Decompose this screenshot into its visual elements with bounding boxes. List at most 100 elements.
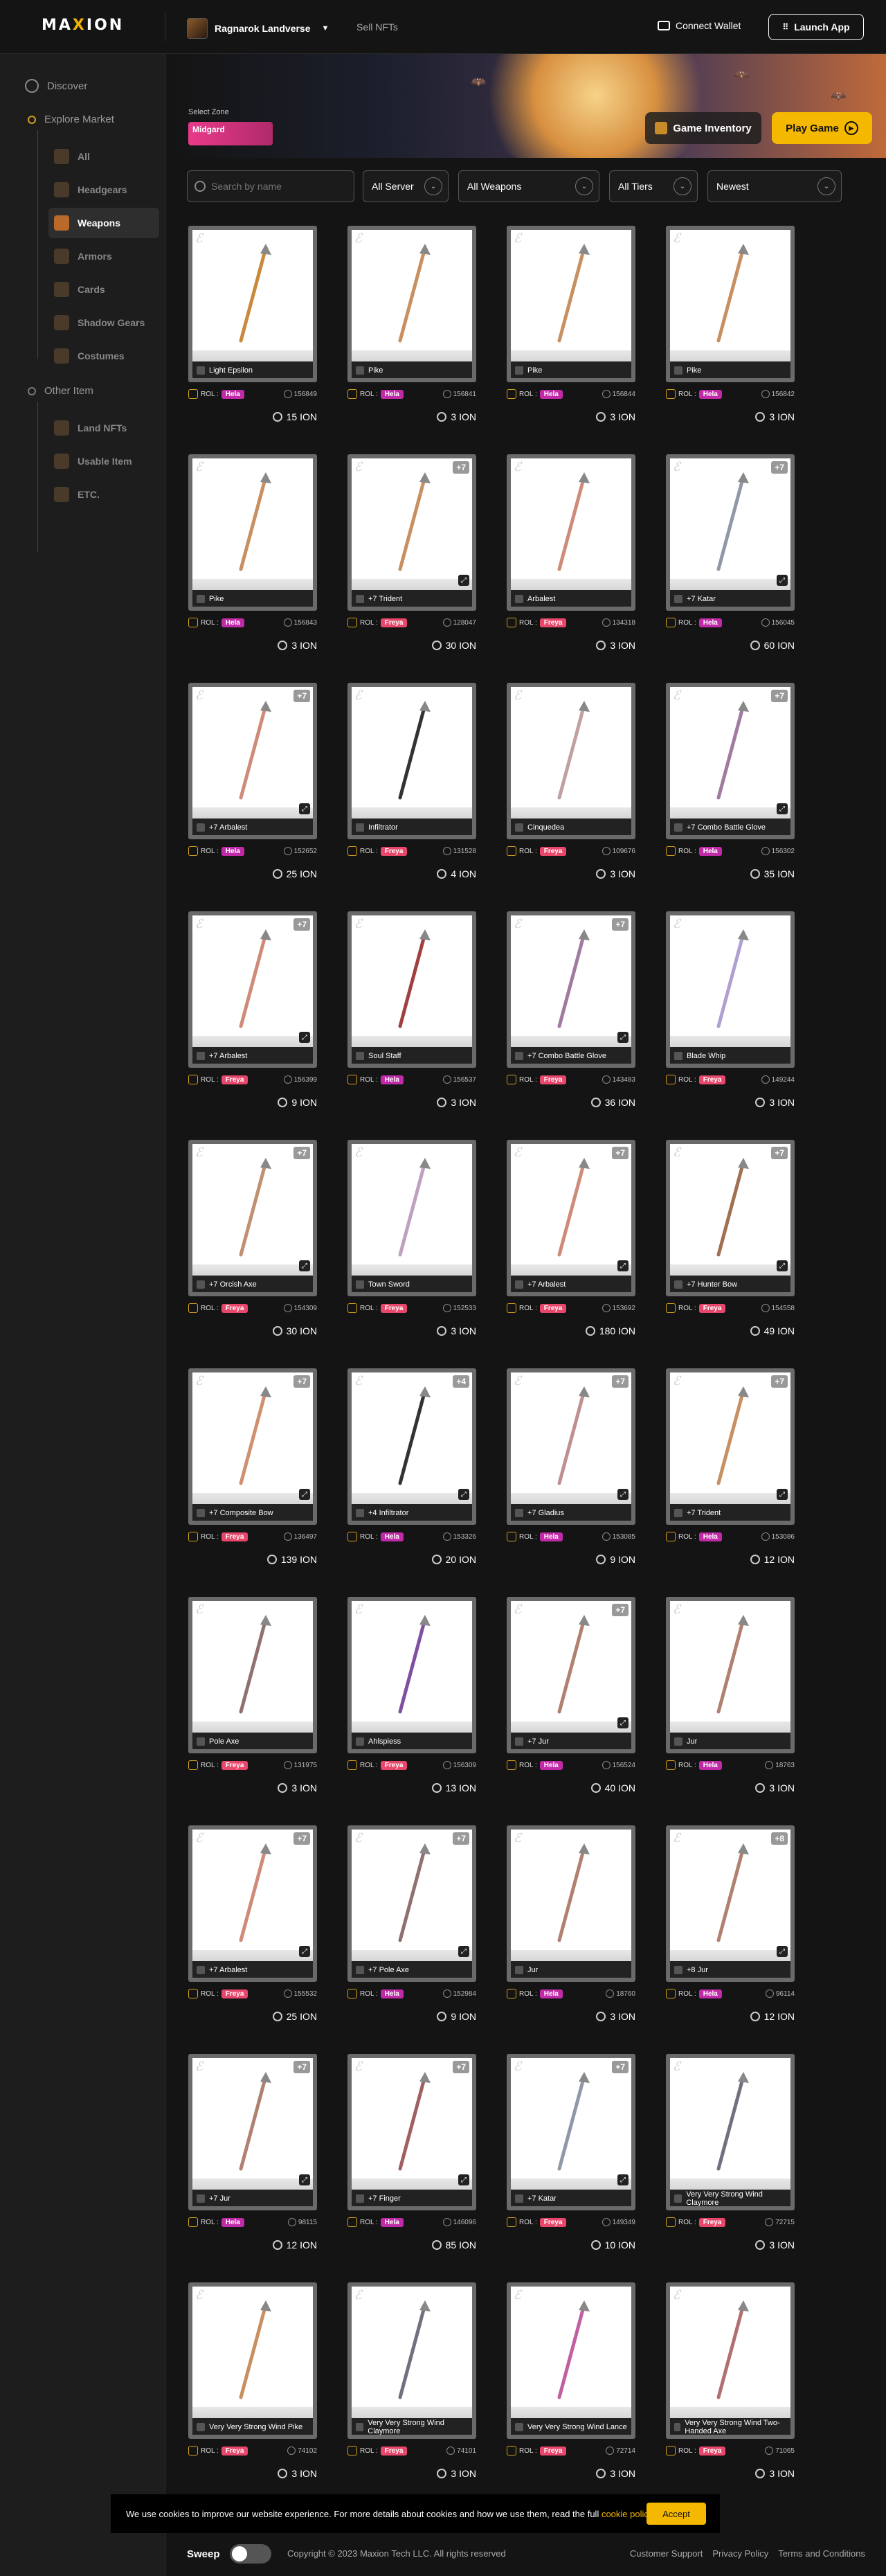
expand-icon[interactable]: ⤢: [617, 1260, 629, 1271]
item-card[interactable]: ℰ Jur ROL : Hela 18760 3 ION: [507, 1825, 635, 2046]
id-icon: [283, 1761, 292, 1769]
sidebar-item-headgears[interactable]: Headgears: [48, 175, 159, 205]
expand-icon[interactable]: ⤢: [617, 2174, 629, 2185]
expand-icon[interactable]: ⤢: [299, 1260, 310, 1271]
item-card[interactable]: ℰ +7 ⤢ +7 Hunter Bow ROL : Freya 154558 49 ION: [666, 1140, 795, 1360]
accept-cookies-button[interactable]: Accept: [647, 2503, 706, 2525]
item-card[interactable]: ℰ Pole Axe ROL : Freya 131975 3 ION: [188, 1597, 317, 1817]
sort-filter[interactable]: Newest ⌄: [707, 170, 842, 202]
item-card[interactable]: ℰ +7 ⤢ +7 Arbalest ROL : Freya 153692 180 ION: [507, 1140, 635, 1360]
connect-wallet-button[interactable]: Connect Wallet: [658, 20, 741, 31]
privacy-policy-link[interactable]: Privacy Policy: [712, 2548, 768, 2559]
maxion-logo[interactable]: MAXION: [42, 17, 124, 34]
item-card[interactable]: ℰ +7 ⤢ +7 Jur ROL : Hela 156524 40 ION: [507, 1597, 635, 1817]
item-card[interactable]: ℰ Pike ROL : Hela 156844 3 ION: [507, 226, 635, 446]
item-card[interactable]: ℰ Jur ROL : Hela 18763 3 ION: [666, 1597, 795, 1817]
search-box[interactable]: [187, 170, 354, 202]
item-card[interactable]: ℰ Cinquedea ROL : Freya 109676 3 ION: [507, 683, 635, 903]
expand-icon[interactable]: ⤢: [458, 1946, 469, 1957]
terms-link[interactable]: Terms and Conditions: [778, 2548, 865, 2559]
item-card[interactable]: ℰ Very Very Strong Wind Pike ROL : Freya 741…: [188, 2282, 317, 2503]
launch-app-button[interactable]: ⠿ Launch App: [768, 14, 864, 40]
weapon-type-filter[interactable]: All Weapons ⌄: [458, 170, 599, 202]
item-name: +7 Arbalest: [209, 1052, 248, 1060]
item-card[interactable]: ℰ Blade Whip ROL : Freya 149244 3 ION: [666, 911, 795, 1132]
item-card[interactable]: ℰ +7 ⤢ +7 Katar ROL : Hela 156045 60 ION: [666, 454, 795, 674]
sidebar-item-land-nfts[interactable]: Land NFTs: [48, 413, 159, 443]
item-card[interactable]: ℰ +7 ⤢ +7 Arbalest ROL : Freya 156399 9 ION: [188, 911, 317, 1132]
item-card[interactable]: ℰ +8 ⤢ +8 Jur ROL : Hela 96114 12 ION: [666, 1825, 795, 2046]
item-card[interactable]: ℰ +7 ⤢ +7 Gladius ROL : Hela 153085 9 ION: [507, 1368, 635, 1589]
item-card[interactable]: ℰ +7 ⤢ +7 Jur ROL : Hela 98115 12 ION: [188, 2054, 317, 2274]
sidebar-item-all[interactable]: All: [48, 141, 159, 172]
game-inventory-button[interactable]: Game Inventory: [645, 112, 761, 144]
sidebar-item-cards[interactable]: Cards: [48, 274, 159, 305]
zone-selector[interactable]: Midgard: [188, 122, 273, 145]
expand-icon[interactable]: ⤢: [299, 1032, 310, 1043]
item-card[interactable]: ℰ +7 ⤢ +7 Katar ROL : Freya 149349 10 ION: [507, 2054, 635, 2274]
item-card[interactable]: ℰ Pike ROL : Hela 156841 3 ION: [347, 226, 476, 446]
project-selector[interactable]: Ragnarok Landverse ▼: [187, 18, 329, 39]
item-card[interactable]: ℰ Town Sword ROL : Freya 152533 3 ION: [347, 1140, 476, 1360]
sidebar-item-costumes[interactable]: Costumes: [48, 341, 159, 371]
item-card[interactable]: ℰ +7 ⤢ +7 Combo Battle Glove ROL : Hela 156302…: [666, 683, 795, 903]
expand-icon[interactable]: ⤢: [299, 1489, 310, 1500]
item-card[interactable]: ℰ Infiltrator ROL : Freya 131528 4 ION: [347, 683, 476, 903]
item-card[interactable]: ℰ +7 ⤢ +7 Composite Bow ROL : Freya 136497 139 …: [188, 1368, 317, 1589]
item-card[interactable]: ℰ +7 ⤢ +7 Combo Battle Glove ROL : Freya 14348…: [507, 911, 635, 1132]
watermark-icon: ℰ: [354, 1145, 362, 1160]
sidebar-item-etc[interactable]: ETC.: [48, 479, 159, 510]
sidebar-other-item[interactable]: Other Item: [28, 385, 93, 397]
sell-nfts-link[interactable]: Sell NFTs: [356, 21, 398, 33]
server-filter[interactable]: All Server ⌄: [363, 170, 449, 202]
sidebar-item-shadow-gears[interactable]: Shadow Gears: [48, 307, 159, 338]
expand-icon[interactable]: ⤢: [458, 575, 469, 586]
item-card[interactable]: ℰ +7 ⤢ +7 Trident ROL : Hela 153086 12 ION: [666, 1368, 795, 1589]
item-card[interactable]: ℰ Soul Staff ROL : Hela 156537 3 ION: [347, 911, 476, 1132]
expand-icon[interactable]: ⤢: [777, 1260, 788, 1271]
item-name: Jur: [527, 1966, 539, 1974]
sidebar-discover[interactable]: Discover: [25, 79, 87, 93]
item-name-bar: +7 Arbalest: [192, 819, 313, 835]
expand-icon[interactable]: ⤢: [458, 2174, 469, 2185]
expand-icon[interactable]: ⤢: [777, 1946, 788, 1957]
search-input[interactable]: [211, 181, 343, 192]
item-card[interactable]: ℰ Pike ROL : Hela 156842 3 ION: [666, 226, 795, 446]
sidebar-item-weapons[interactable]: Weapons: [48, 208, 159, 238]
expand-icon[interactable]: ⤢: [777, 575, 788, 586]
expand-icon[interactable]: ⤢: [299, 803, 310, 814]
expand-icon[interactable]: ⤢: [299, 1946, 310, 1957]
item-card[interactable]: ℰ +7 ⤢ +7 Orcish Axe ROL : Freya 154309 30 ION: [188, 1140, 317, 1360]
expand-icon[interactable]: ⤢: [617, 1489, 629, 1500]
item-card[interactable]: ℰ +7 ⤢ +7 Pole Axe ROL : Hela 152984 9 ION: [347, 1825, 476, 2046]
sidebar-item-armors[interactable]: Armors: [48, 241, 159, 271]
sidebar-item-usable-item[interactable]: Usable Item: [48, 446, 159, 476]
expand-icon[interactable]: ⤢: [777, 1489, 788, 1500]
item-card[interactable]: ℰ Very Very Strong Wind Two-Handed Axe ROL…: [666, 2282, 795, 2503]
expand-icon[interactable]: ⤢: [617, 1032, 629, 1043]
item-card[interactable]: ℰ Very Very Strong Wind Claymore ROL : Frey…: [666, 2054, 795, 2274]
expand-icon[interactable]: ⤢: [299, 2174, 310, 2185]
item-card[interactable]: ℰ Very Very Strong Wind Lance ROL : Freya 72…: [507, 2282, 635, 2503]
item-card[interactable]: ℰ Very Very Strong Wind Claymore ROL : Frey…: [347, 2282, 476, 2503]
item-card[interactable]: ℰ +7 ⤢ +7 Arbalest ROL : Freya 155532 25 ION: [188, 1825, 317, 2046]
item-card[interactable]: ℰ Arbalest ROL : Freya 134318 3 ION: [507, 454, 635, 674]
expand-icon[interactable]: ⤢: [777, 803, 788, 814]
rol-label: ROL :: [678, 618, 696, 627]
expand-icon[interactable]: ⤢: [458, 1489, 469, 1500]
item-card[interactable]: ℰ Pike ROL : Hela 156843 3 ION: [188, 454, 317, 674]
item-card[interactable]: ℰ +7 ⤢ +7 Finger ROL : Hela 146096 85 ION: [347, 2054, 476, 2274]
item-card[interactable]: ℰ +7 ⤢ +7 Trident ROL : Freya 128047 30 ION: [347, 454, 476, 674]
item-card[interactable]: ℰ Ahlspiess ROL : Freya 156309 13 ION: [347, 1597, 476, 1817]
sweep-toggle[interactable]: [229, 2544, 271, 2564]
play-game-button[interactable]: Play Game ▶: [772, 112, 872, 144]
ion-coin-icon: [596, 641, 606, 650]
item-card[interactable]: ℰ Light Epsilon ROL : Hela 156849 15 ION: [188, 226, 317, 446]
expand-icon[interactable]: ⤢: [617, 1717, 629, 1728]
sidebar-explore-market[interactable]: Explore Market: [28, 114, 114, 125]
customer-support-link[interactable]: Customer Support: [630, 2548, 703, 2559]
tier-filter[interactable]: All Tiers ⌄: [609, 170, 698, 202]
watermark-icon: ℰ: [514, 460, 521, 474]
item-card[interactable]: ℰ +4 ⤢ +4 Infiltrator ROL : Hela 153326 20 ION: [347, 1368, 476, 1589]
item-card[interactable]: ℰ +7 ⤢ +7 Arbalest ROL : Hela 152652 25 ION: [188, 683, 317, 903]
